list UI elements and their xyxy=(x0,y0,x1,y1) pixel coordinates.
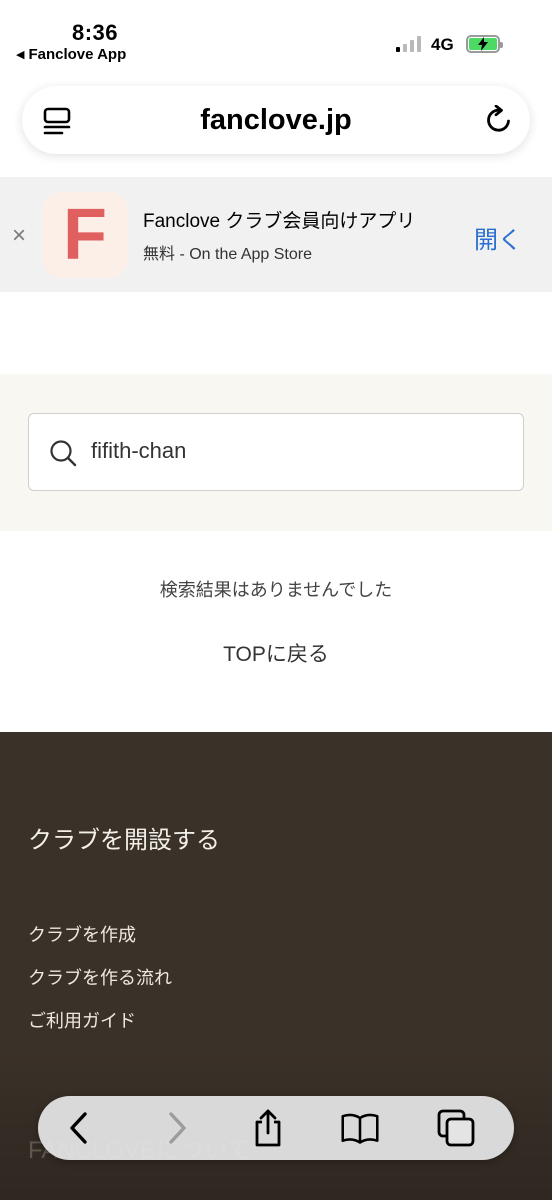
search-input[interactable]: fifith-chan xyxy=(28,413,524,491)
tabs-icon xyxy=(437,1109,475,1147)
charging-bolt-icon xyxy=(478,37,488,51)
search-section: fifith-chan xyxy=(0,374,552,531)
bookmarks-button[interactable] xyxy=(340,1108,380,1148)
share-icon xyxy=(255,1109,281,1147)
footer-heading: クラブを開設する xyxy=(28,827,220,854)
back-app-label: Fanclove App xyxy=(28,46,127,63)
url-text: fanclove.jp xyxy=(200,103,352,136)
status-time: 8:36 xyxy=(72,20,119,45)
footer-link-usage-guide[interactable]: ご利用ガイド xyxy=(28,1007,136,1033)
back-button[interactable] xyxy=(60,1108,100,1148)
tabs-button[interactable] xyxy=(436,1108,476,1148)
browser-toolbar xyxy=(38,1096,514,1160)
open-app-button[interactable]: 開く xyxy=(474,220,522,255)
banner-close-icon[interactable]: × xyxy=(12,224,26,248)
share-button[interactable] xyxy=(248,1108,288,1148)
app-icon-letter: F xyxy=(63,195,107,275)
book-icon xyxy=(341,1113,379,1144)
page: 8:36 ◀ Fanclove App 4G fanclove.jp × F F… xyxy=(0,0,552,1200)
no-results-message: 検索結果はありませんでした xyxy=(159,580,393,600)
back-to-top-link[interactable]: TOPに戻る xyxy=(0,638,552,668)
footer-link-create-club[interactable]: クラブを作成 xyxy=(28,921,136,947)
network-type: 4G xyxy=(431,35,454,54)
forward-button[interactable] xyxy=(156,1108,196,1148)
page-menu-icon[interactable] xyxy=(42,106,72,136)
address-bar[interactable]: fanclove.jp xyxy=(22,86,530,154)
footer-link-club-flow[interactable]: クラブを作る流れ xyxy=(28,964,172,990)
signal-strength-icon xyxy=(396,36,421,52)
back-triangle-icon: ◀ xyxy=(16,49,25,61)
chevron-left-icon xyxy=(70,1112,87,1144)
app-store-subtitle: 無料 - On the App Store xyxy=(143,246,312,263)
back-to-app-link[interactable]: ◀ Fanclove App xyxy=(16,46,126,63)
app-name: Fanclove クラブ会員向けアプリ xyxy=(143,211,416,232)
reload-icon[interactable] xyxy=(484,105,514,135)
search-icon xyxy=(50,440,77,467)
battery-icon xyxy=(466,35,503,53)
status-bar: 8:36 ◀ Fanclove App 4G xyxy=(0,0,552,70)
search-value: fifith-chan xyxy=(91,438,187,463)
chevron-right-icon xyxy=(169,1112,186,1144)
app-icon[interactable]: F xyxy=(42,192,128,278)
